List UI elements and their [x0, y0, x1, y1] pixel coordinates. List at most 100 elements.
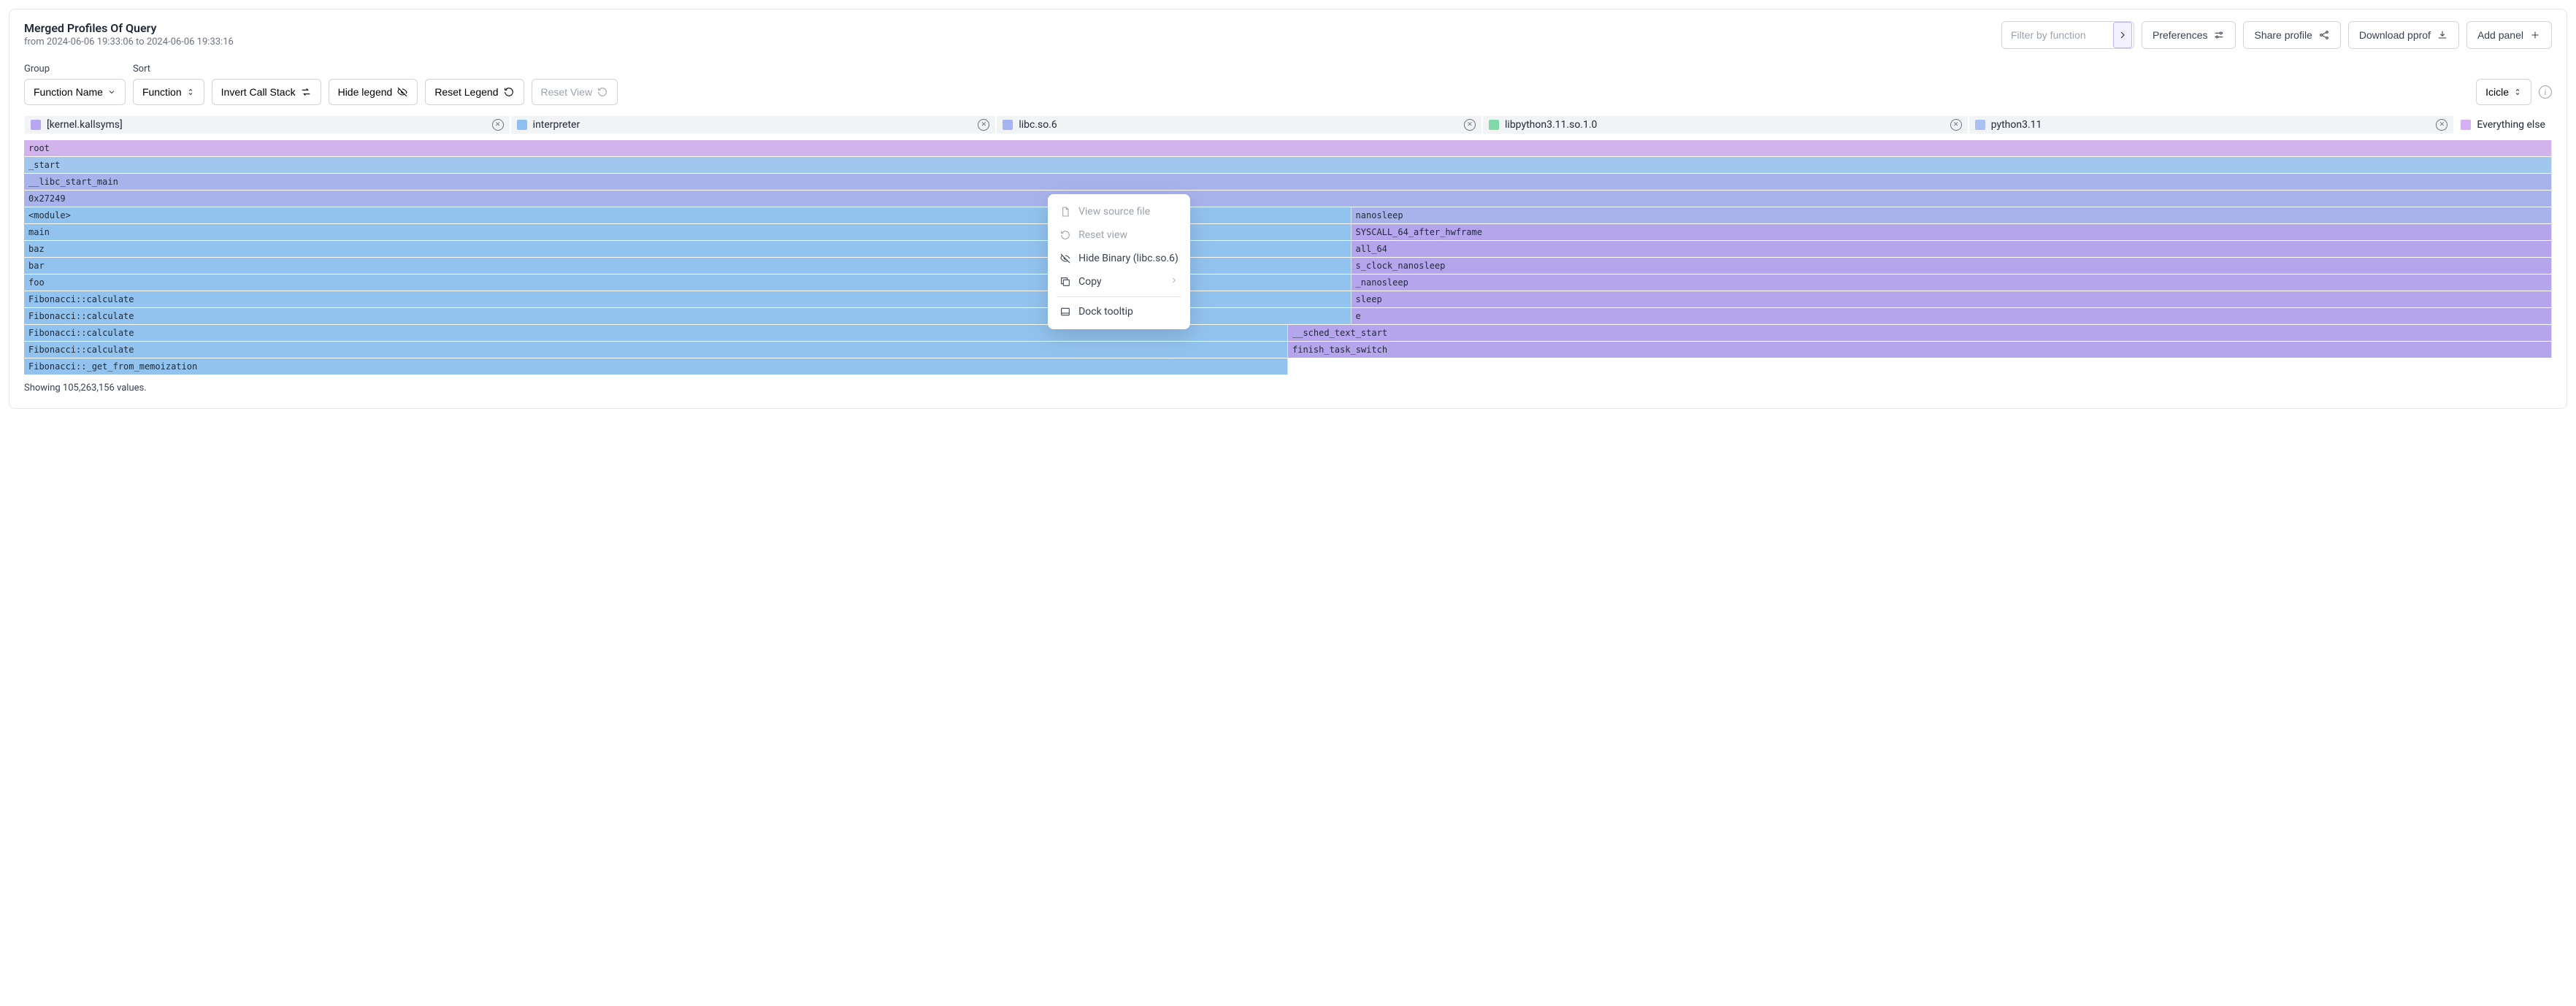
plus-icon — [2529, 29, 2541, 41]
sliders-icon — [2213, 29, 2225, 41]
flame-row: bazall_64 — [24, 241, 2552, 258]
reset-view-button[interactable]: Reset View — [532, 79, 618, 105]
legend-label: python3.11 — [1991, 119, 2431, 131]
view-type-select[interactable]: Icicle — [2476, 79, 2531, 105]
flame-row: _start — [24, 157, 2552, 174]
chevron-right-icon — [2117, 29, 2128, 41]
close-icon[interactable]: ✕ — [978, 119, 989, 131]
group-select[interactable]: Function Name — [24, 79, 126, 105]
close-icon[interactable]: ✕ — [1464, 119, 1476, 131]
flame-cell[interactable]: root — [24, 140, 2552, 156]
filter-input[interactable] — [2002, 23, 2112, 47]
eye-off-icon — [396, 86, 408, 98]
chevron-updown-icon — [186, 88, 195, 96]
sort-select[interactable]: Function — [133, 79, 204, 105]
header-row: Merged Profiles Of Query from 2024-06-06… — [24, 21, 2552, 49]
legend-item[interactable]: libpython3.11.so.1.0 ✕ — [1483, 116, 1968, 134]
share-profile-button[interactable]: Share profile — [2243, 21, 2340, 49]
legend-item[interactable]: python3.11 ✕ — [1969, 116, 2454, 134]
legend-swatch — [1975, 120, 1985, 130]
flame-row: Fibonacci::calculatefinish_task_switch — [24, 342, 2552, 358]
invert-call-stack-button[interactable]: Invert Call Stack — [212, 79, 321, 105]
info-button[interactable]: i — [2539, 85, 2552, 99]
filter-expand-button[interactable] — [2113, 22, 2132, 48]
legend-row: [kernel.kallsyms]✕interpreter✕libc.so.6✕… — [24, 115, 2552, 134]
info-icon: i — [2545, 88, 2547, 97]
flame-row: Fibonacci::calculatesleep — [24, 291, 2552, 308]
flame-row: <module>nanosleep — [24, 207, 2552, 224]
menu-dock-tooltip[interactable]: Dock tooltip — [1048, 300, 1190, 323]
legend-item[interactable]: [kernel.kallsyms] ✕ — [25, 116, 510, 134]
sort-label: Sort — [133, 64, 204, 74]
legend-label: libpython3.11.so.1.0 — [1505, 119, 1944, 131]
flame-row: Fibonacci::calculatee — [24, 308, 2552, 325]
legend-swatch — [517, 120, 527, 130]
flame-row: 0x27249 — [24, 191, 2552, 207]
legend-label: libc.so.6 — [1019, 119, 1458, 131]
toolbar-right: Preferences Share profile Download pprof… — [2001, 21, 2552, 49]
flame-cell[interactable]: all_64 — [1352, 241, 2552, 257]
flame-row: Fibonacci::_get_from_memoization — [24, 358, 2552, 375]
menu-copy[interactable]: Copy — [1048, 270, 1190, 293]
legend-swatch — [2461, 120, 2471, 130]
profile-panel: Merged Profiles Of Query from 2024-06-06… — [9, 9, 2567, 409]
context-menu: View source file Reset view Hide Binary … — [1048, 194, 1190, 329]
flame-cell[interactable]: Fibonacci::calculate — [24, 342, 1288, 358]
flame-cell[interactable]: Fibonacci::_get_from_memoization — [24, 358, 1288, 375]
menu-reset-view[interactable]: Reset view — [1048, 223, 1190, 247]
flame-graph: root_start__libc_start_main0x27249<modul… — [24, 140, 2552, 375]
flame-row: root — [24, 140, 2552, 157]
eye-off-icon — [1059, 253, 1071, 264]
flame-cell[interactable]: s_clock_nanosleep — [1352, 258, 2552, 274]
download-pprof-button[interactable]: Download pprof — [2348, 21, 2459, 49]
flame-cell[interactable]: __libc_start_main — [24, 174, 2552, 190]
filter-wrap — [2001, 21, 2134, 49]
dock-icon — [1059, 306, 1071, 318]
flame-row: bars_clock_nanosleep — [24, 258, 2552, 274]
add-panel-button[interactable]: Add panel — [2466, 21, 2552, 49]
refresh-icon — [597, 86, 608, 98]
group-control: Group Function Name — [24, 64, 126, 105]
flame-cell[interactable]: 0x27249 — [24, 191, 2552, 207]
flame-cell[interactable]: sleep — [1352, 291, 2552, 307]
chevron-right-icon — [1170, 276, 1178, 288]
menu-divider — [1057, 296, 1181, 297]
legend-swatch — [1003, 120, 1013, 130]
menu-view-source[interactable]: View source file — [1048, 200, 1190, 223]
title-block: Merged Profiles Of Query from 2024-06-06… — [24, 21, 234, 47]
chevron-down-icon — [107, 88, 116, 96]
legend-label: Everything else — [2477, 119, 2545, 131]
close-icon[interactable]: ✕ — [492, 119, 504, 131]
reset-legend-button[interactable]: Reset Legend — [425, 79, 524, 105]
menu-hide-binary[interactable]: Hide Binary (libc.so.6) — [1048, 247, 1190, 270]
controls-row: Group Function Name Sort Function Invert… — [24, 64, 2552, 105]
flame-row: __libc_start_main — [24, 174, 2552, 191]
swap-icon — [300, 86, 312, 98]
controls-left: Group Function Name Sort Function Invert… — [24, 64, 618, 105]
flame-cell[interactable]: __sched_text_start — [1288, 325, 2552, 341]
close-icon[interactable]: ✕ — [2436, 119, 2447, 131]
refresh-icon — [503, 86, 515, 98]
legend-item[interactable]: libc.so.6 ✕ — [997, 116, 1481, 134]
download-icon — [2437, 29, 2448, 41]
page-subtitle: from 2024-06-06 19:33:06 to 2024-06-06 1… — [24, 37, 234, 47]
flame-cell[interactable]: SYSCALL_64_after_hwframe — [1352, 224, 2552, 240]
legend-item[interactable]: interpreter✕ — [511, 116, 996, 134]
legend-swatch — [31, 120, 41, 130]
preferences-button[interactable]: Preferences — [2142, 21, 2236, 49]
flame-cell[interactable]: _start — [24, 157, 2552, 173]
close-icon[interactable]: ✕ — [1950, 119, 1962, 131]
footer-text: Showing 105,263,156 values. — [24, 383, 2552, 393]
file-icon — [1059, 206, 1071, 218]
page-title: Merged Profiles Of Query — [24, 21, 234, 35]
flame-cell[interactable]: _nanosleep — [1352, 274, 2552, 291]
legend-swatch — [1489, 120, 1499, 130]
hide-legend-button[interactable]: Hide legend — [329, 79, 418, 105]
flame-cell[interactable]: e — [1352, 308, 2552, 324]
flame-cell[interactable]: nanosleep — [1352, 207, 2552, 223]
legend-item[interactable]: Everything else — [2455, 116, 2551, 134]
controls-right: Icicle i — [2476, 79, 2552, 105]
group-label: Group — [24, 64, 126, 74]
legend-label: [kernel.kallsyms] — [47, 119, 486, 131]
flame-cell[interactable]: finish_task_switch — [1288, 342, 2552, 358]
